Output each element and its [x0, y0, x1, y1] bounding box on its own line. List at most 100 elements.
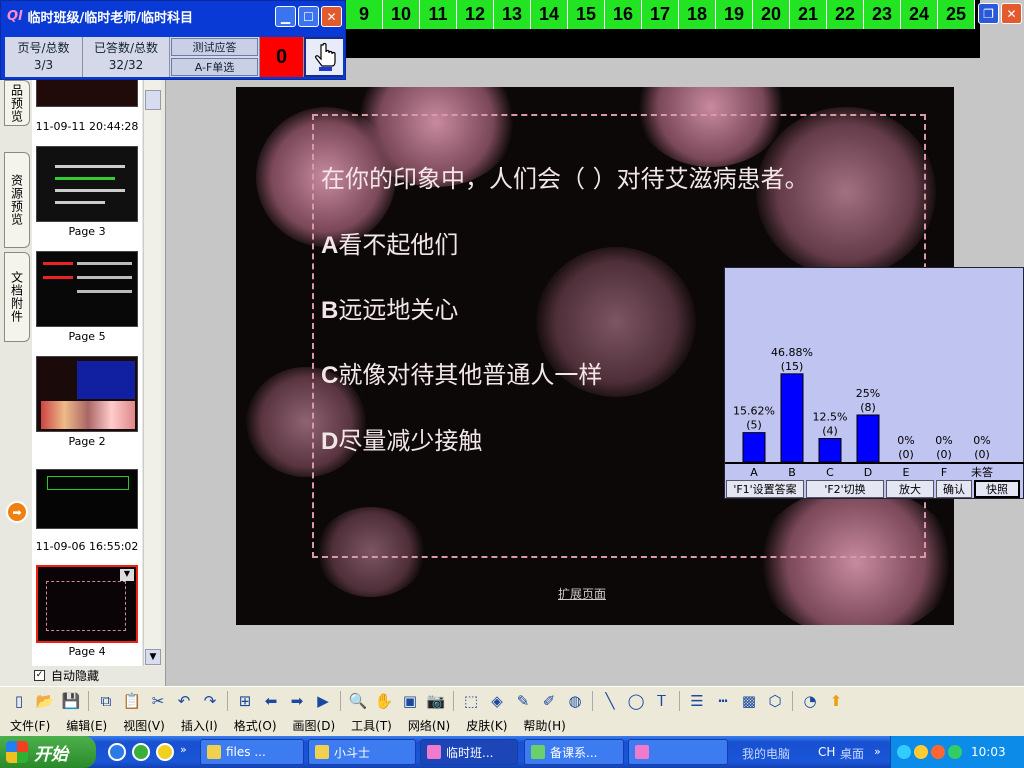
task-xiaodoushi[interactable]: 小斗士	[308, 739, 416, 765]
quicklaunch-expand-icon[interactable]: »	[180, 743, 187, 756]
shape-icon[interactable]: ◯	[625, 690, 647, 712]
expand-arrow-icon[interactable]: ➡	[6, 501, 28, 523]
insert-page-icon[interactable]: ⊞	[234, 690, 256, 712]
desktop-expand-icon[interactable]: »	[874, 745, 881, 758]
up-arrow-icon[interactable]: ⬆	[825, 690, 847, 712]
menu-item[interactable]: 插入(I)	[181, 717, 218, 734]
task-temp-class[interactable]: 临时班...	[420, 739, 518, 765]
task-lesson-system[interactable]: 备课系...	[524, 739, 624, 765]
tab-document-attachment[interactable]: 文档附件	[4, 252, 30, 342]
open-folder-icon[interactable]: 📂	[34, 690, 56, 712]
fill-icon[interactable]: ◍	[564, 690, 586, 712]
number-cell[interactable]: 25	[938, 0, 975, 29]
menu-item[interactable]: 视图(V)	[123, 717, 165, 734]
previous-page-icon[interactable]: ⬅	[260, 690, 282, 712]
new-file-icon[interactable]: ▯	[8, 690, 30, 712]
tab-resource-preview[interactable]: 资源预览	[4, 152, 30, 248]
quicklaunch-browser-icon[interactable]	[132, 743, 150, 761]
number-cell[interactable]: 12	[457, 0, 494, 29]
maximize-button[interactable]: ☐	[298, 6, 319, 27]
shield-icon[interactable]	[948, 745, 962, 759]
number-cell[interactable]: 18	[679, 0, 716, 29]
layer-icon[interactable]: ▩	[738, 690, 760, 712]
thumbnail-2[interactable]	[36, 146, 138, 222]
number-cell[interactable]: 23	[864, 0, 901, 29]
menu-item[interactable]: 画图(D)	[293, 717, 336, 734]
switch-button[interactable]: 'F2'切换	[806, 480, 884, 498]
thumbnail-3[interactable]	[36, 251, 138, 327]
number-cell[interactable]: 22	[827, 0, 864, 29]
number-cell[interactable]: 15	[568, 0, 605, 29]
undo-icon[interactable]: ↶	[173, 690, 195, 712]
task-files[interactable]: files ...	[200, 739, 304, 765]
menu-item[interactable]: 文件(F)	[10, 717, 50, 734]
snapshot-button[interactable]: 快照	[974, 480, 1020, 498]
menu-item[interactable]: 皮肤(K)	[466, 717, 507, 734]
timer-icon[interactable]: ◔	[799, 690, 821, 712]
single-choice-button[interactable]: A-F单选	[171, 58, 258, 76]
my-computer-link[interactable]: 我的电脑	[742, 745, 790, 762]
network-icon[interactable]	[897, 745, 911, 759]
thumbnail-5[interactable]	[36, 469, 138, 529]
play-icon[interactable]: ▶	[312, 690, 334, 712]
line-icon[interactable]: ╲	[599, 690, 621, 712]
menu-item[interactable]: 编辑(E)	[66, 717, 107, 734]
number-cell[interactable]: 20	[753, 0, 790, 29]
thumbnail-4[interactable]	[36, 356, 138, 432]
number-cell[interactable]: 9	[346, 0, 383, 29]
checkbox-checked-icon[interactable]: ✓	[34, 669, 45, 681]
test-answer-button[interactable]: 测试应答	[171, 38, 258, 56]
security-icon[interactable]	[931, 745, 945, 759]
task-ql[interactable]	[628, 739, 728, 765]
quicklaunch-s-icon[interactable]	[108, 743, 126, 761]
menu-item[interactable]: 网络(N)	[408, 717, 450, 734]
number-cell[interactable]: 14	[531, 0, 568, 29]
restore-icon[interactable]: ❐	[978, 3, 999, 24]
menu-item[interactable]: 工具(T)	[351, 717, 392, 734]
camera-icon[interactable]: 📷	[425, 690, 447, 712]
confirm-button[interactable]: 确认	[936, 480, 972, 498]
radiation-icon[interactable]	[914, 745, 928, 759]
eraser-icon[interactable]: ◈	[486, 690, 508, 712]
autohide-checkbox[interactable]: ✓ 自动隐藏	[34, 666, 99, 684]
thumbnail-6-selected[interactable]: ▼	[36, 565, 138, 643]
screen-icon[interactable]: ▣	[399, 690, 421, 712]
paste-icon[interactable]: 📋	[121, 690, 143, 712]
number-cell[interactable]: 16	[605, 0, 642, 29]
desktop-link[interactable]: 桌面	[840, 745, 864, 762]
scroll-down-icon[interactable]: ▼	[145, 649, 161, 665]
copy-icon[interactable]: ⧉	[95, 690, 117, 712]
scrollbar-thumb[interactable]	[145, 90, 161, 110]
quicklaunch-plus-icon[interactable]	[156, 743, 174, 761]
menu-item[interactable]: 帮助(H)	[523, 717, 565, 734]
number-cell[interactable]: 21	[790, 0, 827, 29]
line-width-icon[interactable]: ☰	[686, 690, 708, 712]
number-cell[interactable]: 24	[901, 0, 938, 29]
thumbnail-scrollbar[interactable]: ▼	[143, 80, 161, 666]
close-icon[interactable]: ✕	[1001, 3, 1022, 24]
redo-icon[interactable]: ↷	[199, 690, 221, 712]
number-cell[interactable]: 10	[383, 0, 420, 29]
line-style-icon[interactable]: ┅	[712, 690, 734, 712]
magnifier-icon[interactable]: 🔍	[347, 690, 369, 712]
next-page-icon[interactable]: ➡	[286, 690, 308, 712]
dropdown-arrow-icon[interactable]: ▼	[120, 569, 134, 581]
zoom-button[interactable]: 放大	[886, 480, 934, 498]
save-icon[interactable]: 💾	[60, 690, 82, 712]
number-cell[interactable]: 17	[642, 0, 679, 29]
hand-icon[interactable]: ✋	[373, 690, 395, 712]
expand-page-link[interactable]: 扩展页面	[558, 585, 606, 602]
hand-pointer-button[interactable]	[304, 37, 343, 77]
text-icon[interactable]: Ꭲ	[651, 690, 673, 712]
highlighter-icon[interactable]: ✐	[538, 690, 560, 712]
cut-icon[interactable]: ✂	[147, 690, 169, 712]
number-cell[interactable]: 11	[420, 0, 457, 29]
group-icon[interactable]: ⬡	[764, 690, 786, 712]
close-button[interactable]: ✕	[321, 6, 342, 27]
set-answer-button[interactable]: 'F1'设置答案	[726, 480, 804, 498]
minimize-button[interactable]: ▁	[275, 6, 296, 27]
number-cell[interactable]: 13	[494, 0, 531, 29]
select-icon[interactable]: ⬚	[460, 690, 482, 712]
menu-item[interactable]: 格式(O)	[234, 717, 277, 734]
language-indicator[interactable]: CH	[818, 745, 835, 759]
